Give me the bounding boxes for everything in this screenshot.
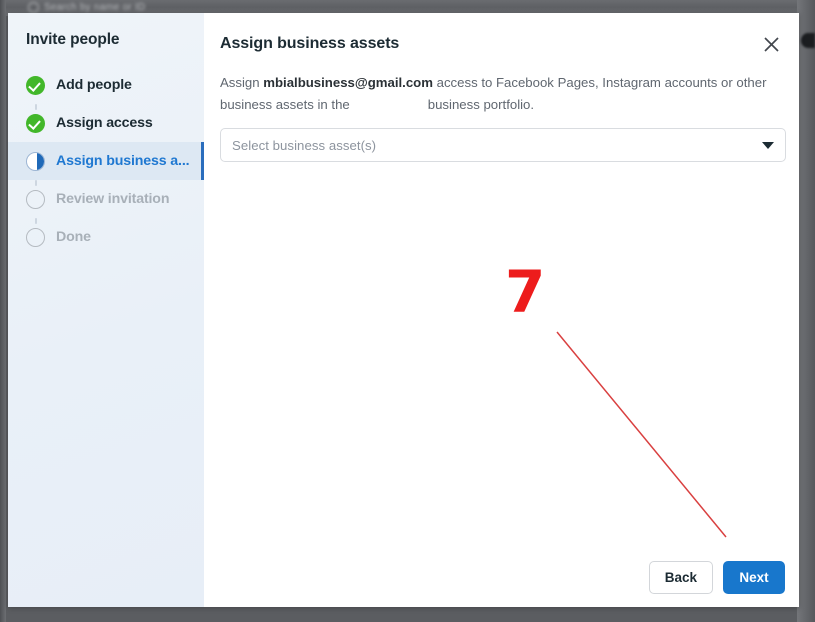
sidebar-step-label: Assign business a... — [56, 153, 190, 169]
business-asset-select[interactable]: Select business asset(s) — [220, 128, 786, 162]
wizard-sidebar: Invite people Add people Assign access A… — [8, 13, 204, 607]
sidebar-step-assign-business-assets[interactable]: Assign business a... — [8, 142, 204, 180]
dialog-main-panel: Assign business assets Assign mbialbusin… — [204, 13, 799, 607]
description-tail: business portfolio. — [427, 97, 535, 112]
sidebar-step-label: Assign access — [56, 115, 153, 131]
dialog-footer: Back Next — [648, 561, 785, 594]
business-asset-select-placeholder: Select business asset(s) — [232, 137, 377, 153]
half-filled-circle-icon — [26, 151, 45, 171]
next-button[interactable]: Next — [723, 561, 785, 594]
backdrop-right-edge — [797, 0, 815, 622]
sidebar-step-label: Add people — [56, 77, 132, 93]
dialog-description: Assign mbialbusiness@gmail.com access to… — [220, 72, 780, 116]
backdrop-dot-decoration — [801, 33, 815, 48]
sidebar-step-add-people[interactable]: Add people — [8, 66, 204, 104]
backdrop-left-edge — [0, 0, 6, 622]
empty-circle-icon — [26, 189, 45, 209]
sidebar-step-label: Review invitation — [56, 191, 170, 207]
sidebar-step-assign-access[interactable]: Assign access — [8, 104, 204, 142]
sidebar-step-done[interactable]: Done — [8, 218, 204, 256]
wizard-step-list: Add people Assign access Assign business… — [8, 66, 204, 256]
invitee-email: mbialbusiness@gmail.com — [263, 75, 433, 90]
description-lead: Assign — [220, 75, 264, 90]
backdrop-search-placeholder: Search by name or ID — [44, 2, 146, 13]
search-icon — [28, 2, 39, 13]
sidebar-title: Invite people — [26, 31, 120, 48]
back-button[interactable]: Back — [648, 561, 713, 594]
close-button[interactable] — [754, 27, 788, 61]
sidebar-step-review-invitation[interactable]: Review invitation — [8, 180, 204, 218]
chevron-down-icon — [762, 141, 774, 149]
empty-circle-icon — [26, 227, 45, 247]
check-circle-icon — [26, 75, 45, 95]
close-icon — [763, 36, 779, 52]
invite-people-modal: Invite people Add people Assign access A… — [8, 13, 799, 607]
check-circle-icon — [26, 113, 45, 133]
sidebar-step-label: Done — [56, 229, 91, 245]
page-title: Assign business assets — [220, 35, 400, 52]
